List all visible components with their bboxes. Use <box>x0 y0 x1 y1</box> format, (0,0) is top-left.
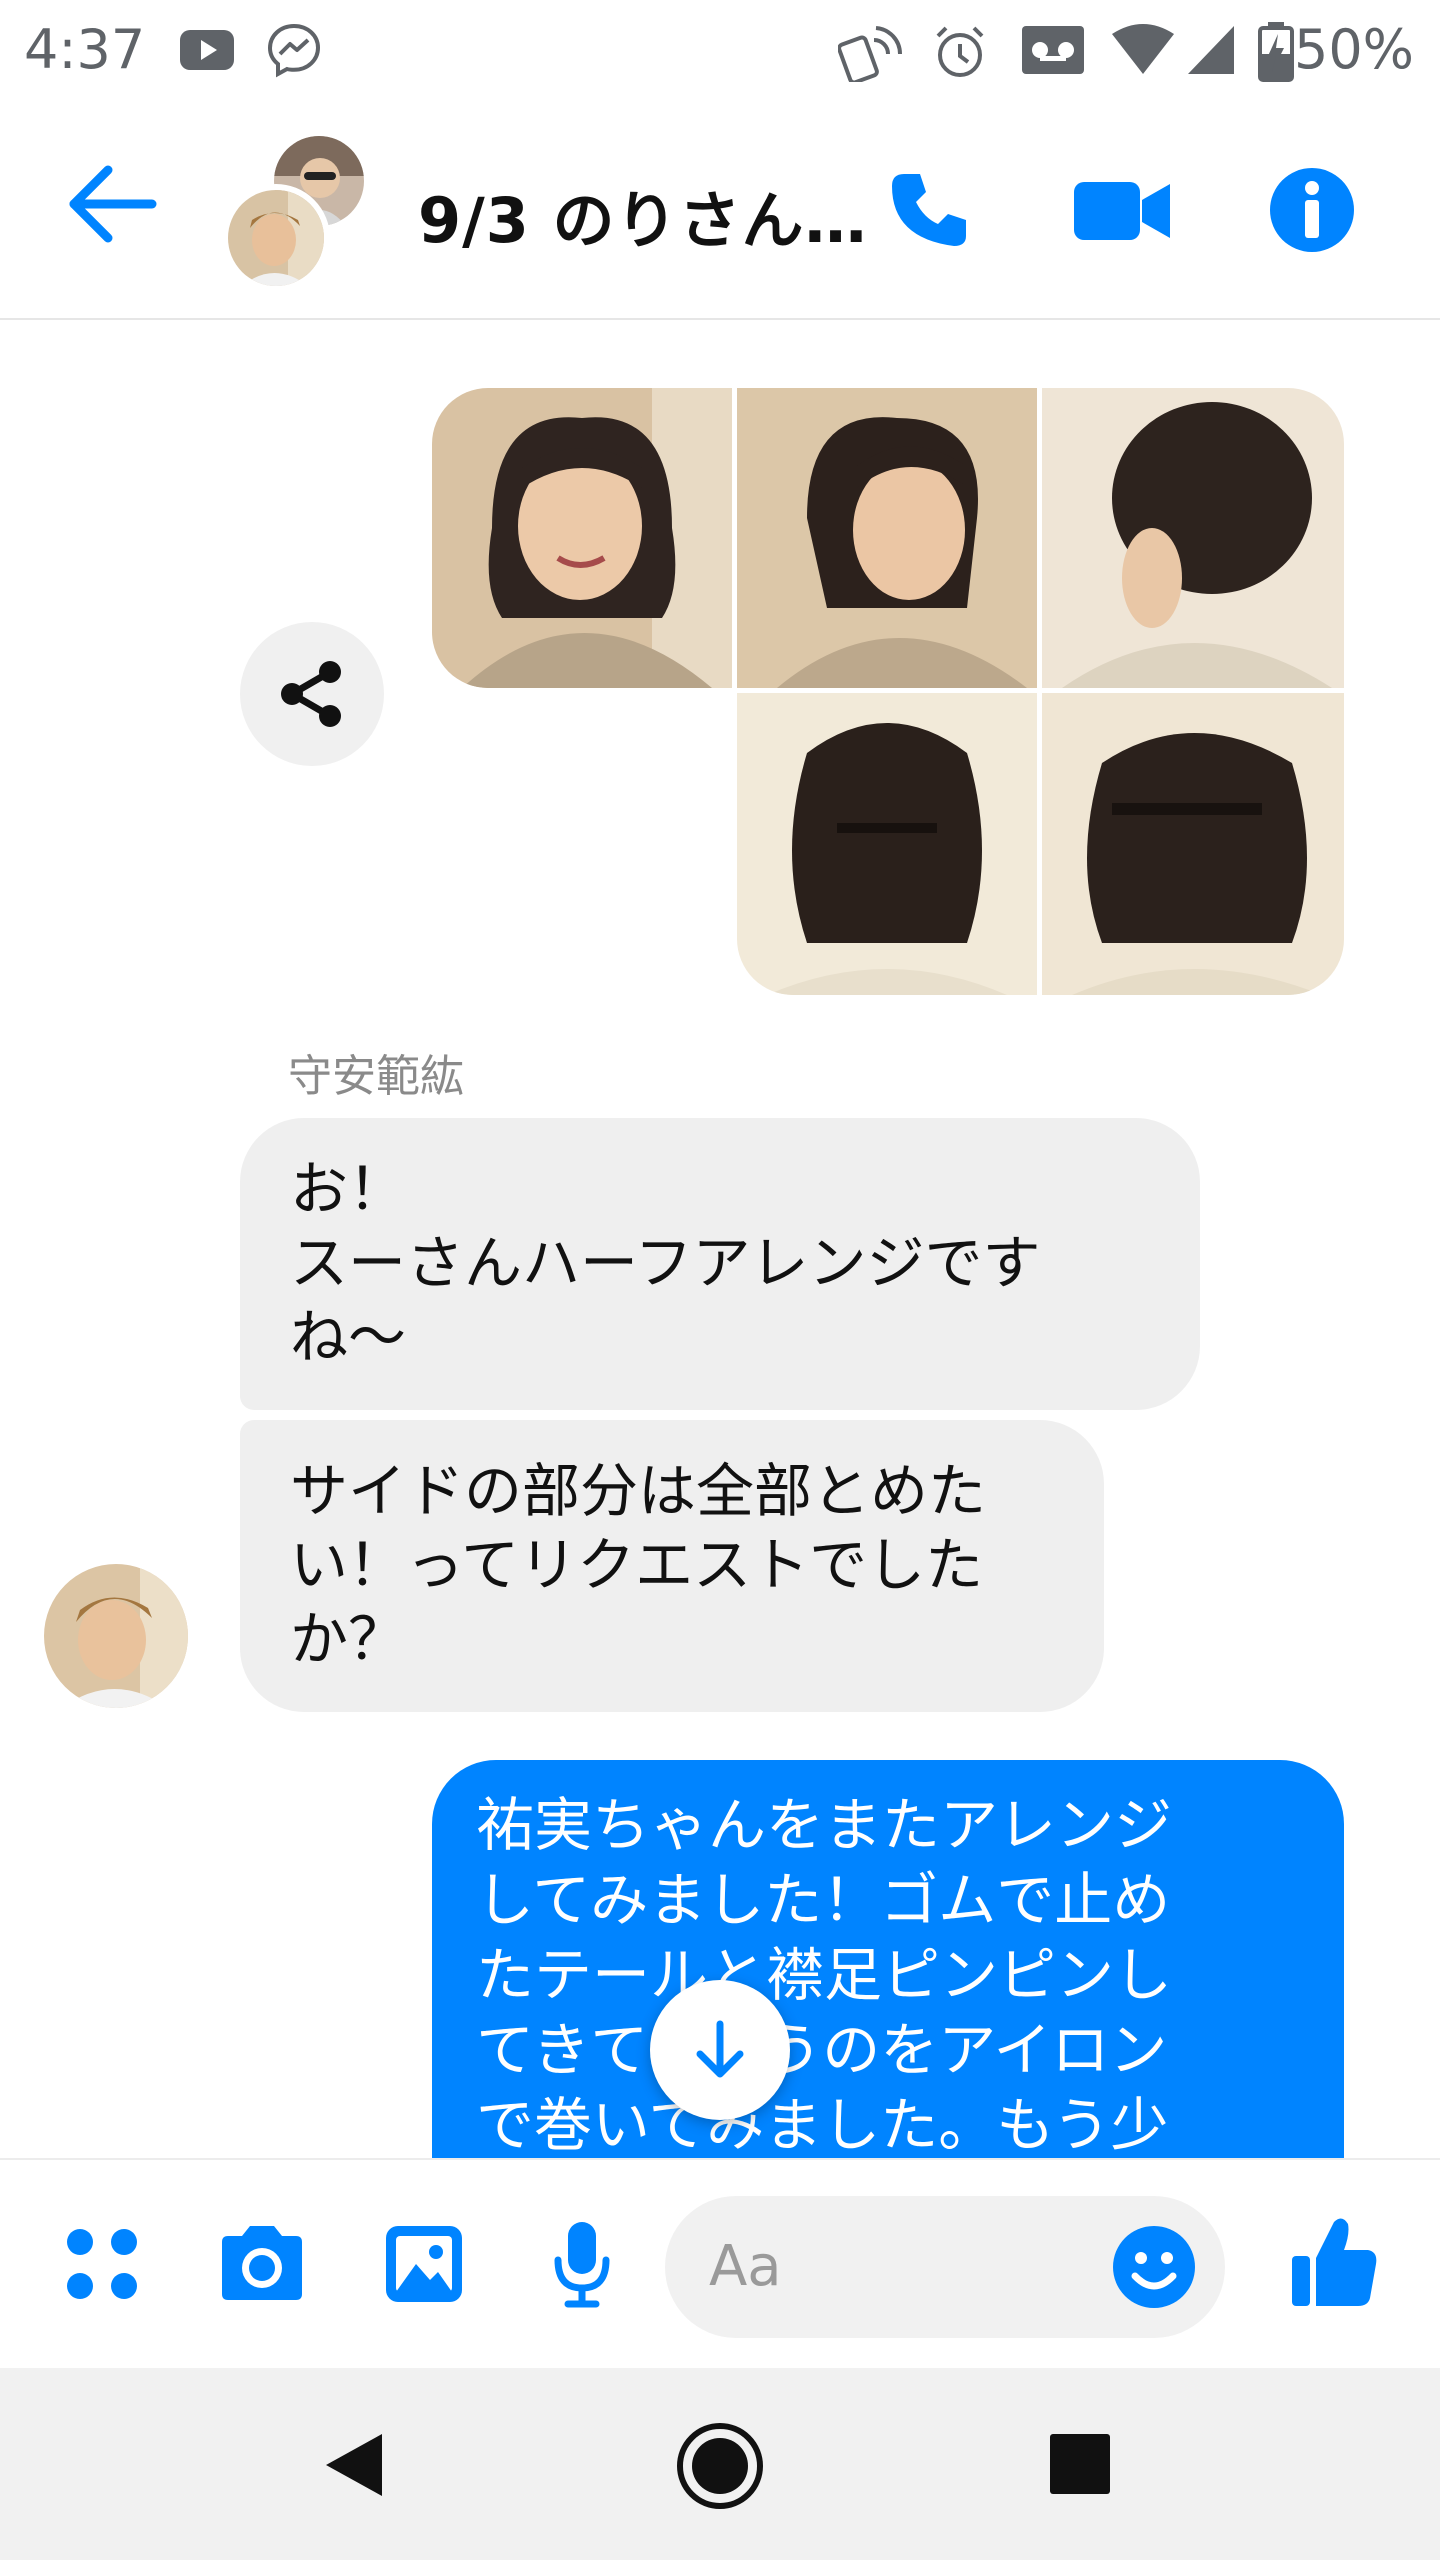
battery-percent: 50% <box>1293 18 1414 81</box>
wifi-icon <box>1112 24 1174 74</box>
back-arrow-icon[interactable] <box>64 162 158 246</box>
microphone-icon[interactable] <box>550 2218 614 2310</box>
message-thread[interactable]: 守安範紘 お！ スーさんハーフアレンジです ね〜 サイドの部分は全部とめた い！… <box>0 320 1440 2158</box>
thumbs-up-icon[interactable] <box>1288 2214 1380 2310</box>
sender-name: 守安範紘 <box>288 1051 464 1102</box>
signal-icon <box>1188 26 1234 74</box>
scroll-to-bottom-button[interactable] <box>650 1980 790 2120</box>
incoming-message-bubble[interactable]: サイドの部分は全部とめた い！ってリクエストでした か？ <box>240 1420 1104 1712</box>
status-bar: 4:37 50% <box>0 0 1440 100</box>
nav-back-icon[interactable] <box>322 2430 386 2500</box>
alarm-icon <box>936 26 984 77</box>
share-button[interactable] <box>240 622 384 766</box>
video-camera-icon[interactable] <box>1072 178 1172 244</box>
info-icon[interactable] <box>1268 166 1356 254</box>
camera-icon[interactable] <box>216 2222 308 2304</box>
conversation-title[interactable]: 9/3 のりさん… <box>418 170 868 260</box>
sender-avatar[interactable] <box>44 1564 188 1708</box>
nav-recents-icon[interactable] <box>1048 2432 1112 2496</box>
shared-photo-5[interactable] <box>1042 693 1344 995</box>
phone-icon[interactable] <box>886 168 970 252</box>
emoji-icon[interactable] <box>1111 2224 1197 2310</box>
incoming-message-bubble[interactable]: お！ スーさんハーフアレンジです ね〜 <box>240 1118 1200 1410</box>
input-placeholder: Aa <box>709 2234 782 2299</box>
nav-home-icon[interactable] <box>674 2420 766 2512</box>
youtube-icon <box>180 30 234 70</box>
shared-photo-4[interactable] <box>737 693 1037 995</box>
system-navigation-bar <box>0 2368 1440 2560</box>
gallery-icon[interactable] <box>382 2222 466 2306</box>
message-composer: Aa <box>0 2158 1440 2370</box>
battery-icon <box>1258 22 1294 82</box>
status-time: 4:37 <box>24 18 146 81</box>
nfc-icon <box>838 26 902 82</box>
share-icon <box>281 661 341 727</box>
outgoing-message-bubble[interactable]: 祐実ちゃんをまたアレンジ してみました！ゴムで止め たテールと襟足ピンピンし て… <box>432 1760 1344 2158</box>
message-input[interactable]: Aa <box>665 2196 1225 2338</box>
shared-photo-3[interactable] <box>1042 388 1344 688</box>
group-avatar-front[interactable] <box>222 184 330 292</box>
apps-icon[interactable] <box>64 2226 140 2302</box>
messenger-icon <box>267 23 321 78</box>
shared-photo-1[interactable] <box>432 388 732 688</box>
shared-photo-2[interactable] <box>737 388 1037 688</box>
conversation-header: 9/3 のりさん… <box>0 100 1440 320</box>
voicemail-icon <box>1022 26 1084 74</box>
arrow-down-icon <box>696 2020 744 2078</box>
